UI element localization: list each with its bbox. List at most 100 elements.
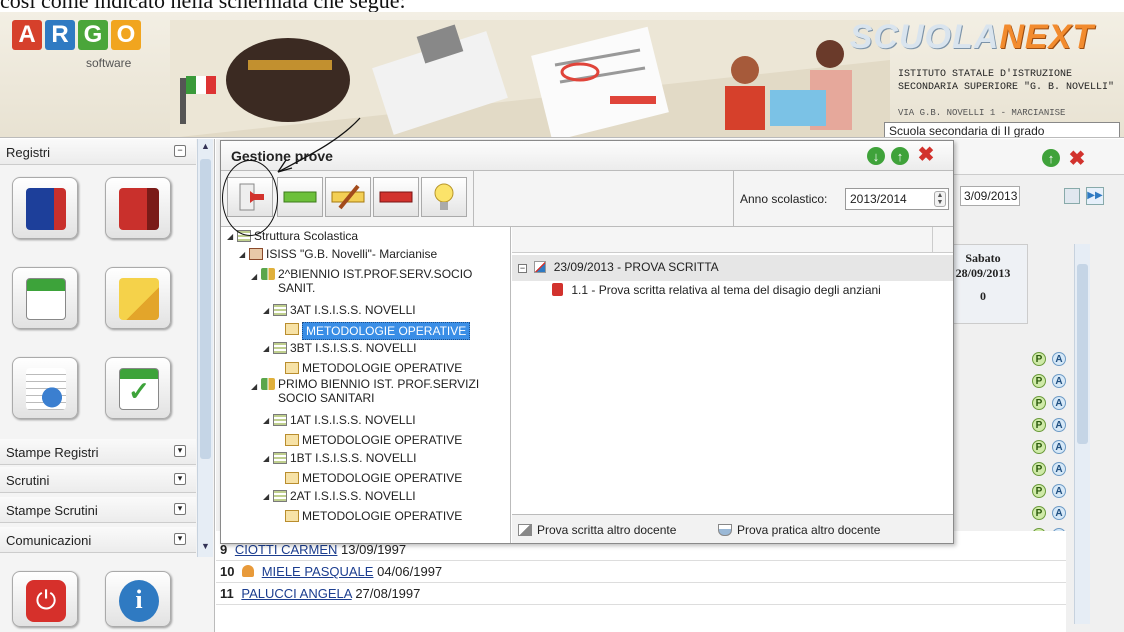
collapse-icon[interactable]: − (518, 264, 527, 273)
absent-button[interactable]: A (1052, 440, 1066, 454)
prova-pratica-altro-docente-button[interactable]: Prova pratica altro docente (718, 523, 880, 537)
absent-button[interactable]: A (1052, 506, 1066, 520)
expand-triangle-icon[interactable]: ◢ (263, 344, 271, 353)
present-button[interactable]: P (1032, 484, 1046, 498)
exit-door-icon (239, 183, 264, 211)
student-name-link[interactable]: MIELE PASQUALE (262, 564, 374, 579)
absent-button[interactable]: A (1052, 396, 1066, 410)
date-input[interactable]: 3/09/2013 (960, 186, 1020, 206)
spinner-arrows-icon[interactable]: ▲ ▼ (934, 191, 946, 207)
tree-node-subject[interactable]: METODOLOGIE OPERATIVE (285, 433, 462, 447)
expand-triangle-icon[interactable]: ◢ (227, 232, 235, 241)
add-prova-button[interactable] (277, 177, 323, 217)
logout-button[interactable]: ⏻ (12, 571, 78, 627)
absent-button[interactable]: A (1052, 484, 1066, 498)
statistiche-button[interactable] (12, 357, 78, 419)
registro-docente-button[interactable] (105, 177, 171, 239)
present-button[interactable]: P (1032, 506, 1046, 520)
tree-node-label: ISISS "G.B. Novelli"- Marcianise (266, 247, 438, 261)
expand-triangle-icon[interactable]: ◢ (239, 250, 247, 259)
edit-prova-button[interactable] (325, 177, 371, 217)
prova-item-row[interactable]: 1.1 - Prova scritta relativa al tema del… (552, 283, 881, 297)
calendario-button[interactable] (12, 267, 78, 329)
anno-scolastico-spinner[interactable]: 2013/2014 ▲ ▼ (845, 188, 949, 210)
sidebar-scrollbar[interactable]: ▲ ▼ (197, 139, 213, 557)
expand-triangle-icon[interactable]: ◢ (263, 454, 271, 463)
expand-triangle-icon[interactable]: ◢ (263, 416, 271, 425)
footer-label: Prova scritta altro docente (537, 523, 677, 537)
prove-list-header (512, 227, 953, 253)
tree-node-class[interactable]: ◢ 3BT I.S.I.S.S. NOVELLI (263, 341, 417, 355)
tree-node-group[interactable]: ◢ PRIMO BIENNIO IST. PROF.SERVIZI SOCIO S… (251, 377, 505, 405)
birth-date: 13/09/1997 (341, 542, 407, 557)
annotazioni-button[interactable] (105, 267, 171, 329)
up-arrow-icon[interactable]: ↑ (891, 147, 909, 165)
present-button[interactable]: P (1032, 352, 1046, 366)
tree-node-class[interactable]: ◢ 1BT I.S.I.S.S. NOVELLI (263, 451, 417, 465)
down-arrow-icon[interactable]: ↓ (867, 147, 885, 165)
present-button[interactable]: P (1032, 462, 1046, 476)
present-button[interactable]: P (1032, 374, 1046, 388)
calendar-icon[interactable] (1064, 188, 1080, 204)
present-button[interactable]: P (1032, 396, 1046, 410)
expand-triangle-icon[interactable]: ◢ (251, 380, 259, 394)
sidebar-section-comunicazioni[interactable]: Comunicazioni ▾ (0, 527, 196, 553)
expand-icon[interactable]: ▾ (174, 473, 186, 485)
present-button[interactable]: P (1032, 440, 1046, 454)
delete-prova-button[interactable] (373, 177, 419, 217)
tree-node-subject-selected[interactable]: METODOLOGIE OPERATIVE (285, 322, 471, 340)
expand-triangle-icon[interactable]: ◢ (263, 492, 271, 501)
tree-node-class[interactable]: ◢ 1AT I.S.I.S.S. NOVELLI (263, 413, 416, 427)
absent-button[interactable]: A (1052, 462, 1066, 476)
close-icon[interactable]: ✖ (1068, 148, 1086, 170)
close-icon[interactable]: ✖ (917, 144, 935, 166)
table-row[interactable]: 10 MIELE PASQUALE 04/06/1997 (216, 561, 1066, 583)
help-button[interactable] (421, 177, 467, 217)
scrollbar-thumb[interactable] (1077, 264, 1088, 444)
exit-button[interactable] (227, 177, 273, 217)
scrollbar-thumb[interactable] (200, 159, 211, 459)
tree-node-school[interactable]: ◢ ISISS "G.B. Novelli"- Marcianise (239, 247, 437, 261)
expand-icon[interactable]: ▾ (174, 445, 186, 457)
scroll-down-icon[interactable]: ▼ (200, 541, 211, 553)
tree-node-root[interactable]: ◢ Struttura Scolastica (227, 229, 358, 243)
tree-node-class[interactable]: ◢ 3AT I.S.I.S.S. NOVELLI (263, 303, 416, 317)
sidebar-section-stampe-registri[interactable]: Stampe Registri ▾ (0, 439, 196, 465)
sidebar-section-scrutini[interactable]: Scrutini ▾ (0, 467, 196, 493)
info-button[interactable]: i (105, 571, 171, 627)
prova-group-row[interactable]: − 23/09/2013 - PROVA SCRITTA (512, 255, 953, 281)
student-name-link[interactable]: CIOTTI CARMEN (235, 542, 338, 557)
background-scrollbar[interactable] (1074, 244, 1090, 624)
registro-classe-button[interactable] (12, 177, 78, 239)
expand-triangle-icon[interactable]: ◢ (263, 306, 271, 315)
sidebar-section-registri[interactable]: Registri − (0, 139, 196, 165)
tree-node-group[interactable]: ◢ 2^BIENNIO IST.PROF.SERV.SOCIO SANIT. (251, 267, 505, 295)
expand-triangle-icon[interactable]: ◢ (251, 270, 259, 284)
tree-node-subject[interactable]: METODOLOGIE OPERATIVE (285, 361, 462, 375)
prova-scritta-altro-docente-button[interactable]: Prova scritta altro docente (518, 523, 676, 537)
school-type-select[interactable]: Scuola secondaria di II grado (884, 122, 1120, 137)
school-address: VIA G.B. NOVELLI 1 - MARCIANISE (898, 108, 1066, 118)
tree-node-subject[interactable]: METODOLOGIE OPERATIVE (285, 471, 462, 485)
next-icon[interactable]: ▶▶ (1086, 187, 1104, 205)
row-number: 9 (220, 542, 228, 557)
student-list: 9 CIOTTI CARMEN 13/09/1997 10 MIELE PASQ… (216, 531, 1066, 632)
tree-node-class[interactable]: ◢ 2AT I.S.I.S.S. NOVELLI (263, 489, 416, 503)
logo-letter: R (45, 20, 75, 50)
absent-button[interactable]: A (1052, 352, 1066, 366)
up-arrow-icon[interactable]: ↑ (1042, 149, 1060, 167)
present-button[interactable]: P (1032, 418, 1046, 432)
scroll-up-icon[interactable]: ▲ (200, 141, 211, 153)
student-name-link[interactable]: PALUCCI ANGELA (241, 586, 351, 601)
table-row[interactable]: 11 PALUCCI ANGELA 27/08/1997 (216, 583, 1066, 605)
tree-node-label: PRIMO BIENNIO IST. PROF.SERVIZI SOCIO SA… (278, 377, 480, 405)
expand-icon[interactable]: ▾ (174, 533, 186, 545)
tree-node-label: 1AT I.S.I.S.S. NOVELLI (290, 413, 416, 427)
verifiche-button[interactable]: ✓ (105, 357, 171, 419)
collapse-icon[interactable]: − (174, 145, 186, 157)
sidebar-section-stampe-scrutini[interactable]: Stampe Scrutini ▾ (0, 497, 196, 523)
expand-icon[interactable]: ▾ (174, 503, 186, 515)
absent-button[interactable]: A (1052, 418, 1066, 432)
absent-button[interactable]: A (1052, 374, 1066, 388)
tree-node-subject[interactable]: METODOLOGIE OPERATIVE (285, 509, 462, 523)
